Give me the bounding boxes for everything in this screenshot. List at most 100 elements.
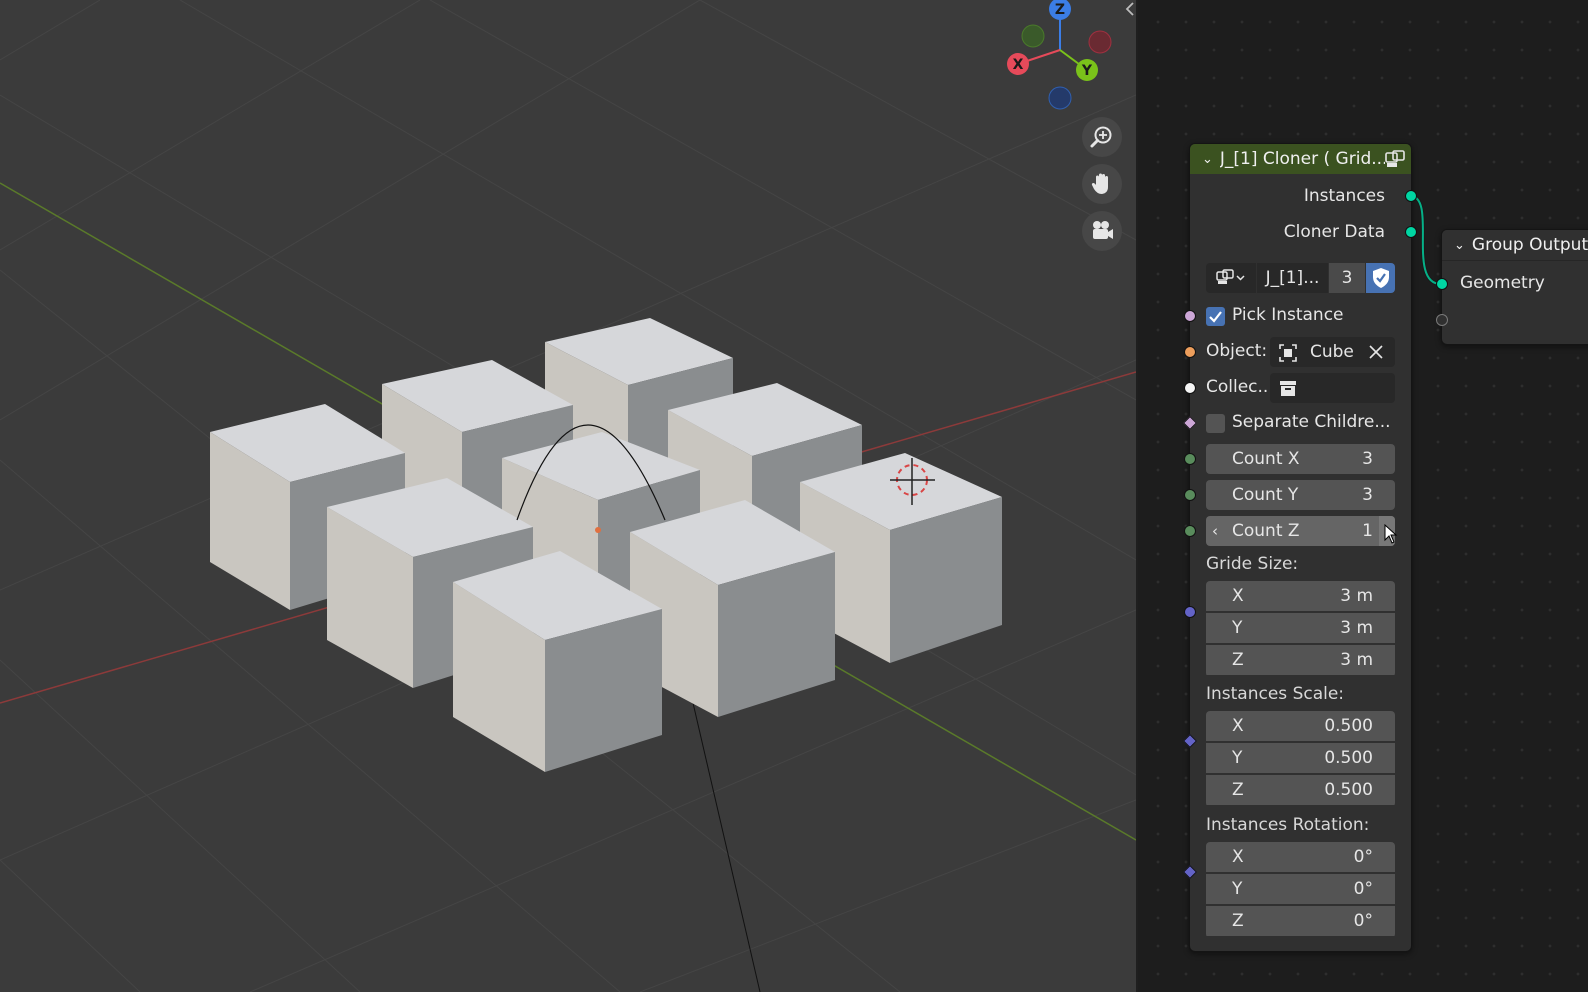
fake-user-button[interactable] (1366, 263, 1395, 293)
instances-scale-y-field[interactable]: Y 0.500 (1206, 743, 1395, 773)
socket-pick-instance[interactable] (1184, 310, 1196, 322)
cloner-node-header[interactable]: ⌄ J_[1] Cloner ( Grid... (1190, 144, 1411, 174)
mouse-cursor-icon (1384, 524, 1398, 544)
datablock-name: J_[1]... (1265, 268, 1320, 288)
count-z-field[interactable]: ‹ Count Z 1 (1206, 516, 1398, 546)
grid-size-x-label: X (1232, 586, 1244, 606)
instances-rotation-label: Instances Rotation: (1206, 815, 1370, 835)
sidebar-collapse-icon[interactable] (1124, 0, 1136, 18)
navigation-gizmo[interactable]: Z X Y (1007, 0, 1112, 110)
pick-instance-checkbox[interactable] (1206, 307, 1225, 326)
socket-count-x[interactable] (1184, 453, 1196, 465)
instances-scale-label: Instances Scale: (1206, 684, 1345, 704)
instances-rotation-x-value: 0° (1353, 847, 1373, 867)
instances-rotation-x-field[interactable]: X 0° (1206, 842, 1395, 872)
cloner-node[interactable]: ⌄ J_[1] Cloner ( Grid... Instances Clone… (1182, 143, 1417, 952)
object-icon (1279, 344, 1297, 362)
camera-icon (1093, 221, 1113, 239)
socket-instances-out[interactable] (1405, 190, 1417, 202)
3d-viewport[interactable]: Z X Y (0, 0, 1136, 992)
instances-rotation-x-label: X (1232, 847, 1244, 867)
instances-rotation-z-field[interactable]: Z 0° (1206, 906, 1395, 936)
datablock-name-field[interactable]: J_[1]... (1257, 263, 1328, 293)
group-output-node[interactable]: ⌄ Group Output Geometry (1436, 229, 1588, 345)
instances-scale-z-field[interactable]: Z 0.500 (1206, 775, 1395, 805)
separate-children-label: Separate Childre... (1232, 412, 1391, 432)
zoom-button[interactable] (1082, 117, 1122, 157)
instances-rotation-fields: X 0° Y 0° Z 0° (1206, 842, 1395, 938)
collection-box-icon (1280, 381, 1296, 396)
gizmo-x-label: X (1013, 57, 1024, 73)
socket-grid-size[interactable] (1184, 606, 1196, 618)
socket-count-y[interactable] (1184, 489, 1196, 501)
instances-rotation-y-value: 0° (1353, 879, 1373, 899)
socket-empty-in[interactable] (1436, 314, 1448, 326)
count-z-label: Count Z (1232, 521, 1300, 541)
cloner-node-title: J_[1] Cloner ( Grid... (1219, 149, 1385, 169)
count-x-label: Count X (1232, 449, 1300, 469)
datablock-users-count: 3 (1341, 268, 1353, 288)
hand-pan-icon (1091, 173, 1108, 194)
decrement-arrow-icon[interactable]: ‹ (1212, 522, 1218, 540)
count-x-field[interactable]: Count X 3 (1206, 444, 1395, 474)
socket-object[interactable] (1184, 346, 1196, 358)
instances-scale-x-value: 0.500 (1324, 716, 1373, 736)
group-output-geometry-label: Geometry (1460, 273, 1545, 293)
instances-scale-z-value: 0.500 (1324, 780, 1373, 800)
grid-size-z-field[interactable]: Z 3 m (1206, 645, 1395, 675)
count-z-value: 1 (1362, 521, 1373, 541)
instances-scale-x-field[interactable]: X 0.500 (1206, 711, 1395, 741)
output-instances: Instances (1190, 186, 1411, 206)
gizmo-y-label: Y (1081, 63, 1093, 79)
node-editor[interactable]: ⌄ J_[1] Cloner ( Grid... Instances Clone… (1138, 0, 1588, 992)
checkmark-icon (1209, 311, 1222, 323)
object-field[interactable]: Cube (1270, 337, 1395, 367)
datablock-users-button[interactable]: 3 (1329, 263, 1365, 293)
camera-view-button[interactable] (1082, 211, 1122, 251)
instances-scale-y-label: Y (1232, 748, 1243, 768)
cube-instances[interactable] (210, 318, 1002, 772)
collection-field[interactable] (1270, 373, 1395, 403)
grid-size-y-value: 3 m (1340, 618, 1373, 638)
socket-count-z[interactable] (1184, 525, 1196, 537)
grid-size-z-value: 3 m (1340, 650, 1373, 670)
socket-geometry-in[interactable] (1436, 278, 1448, 290)
node-group-datablock: J_[1]... 3 (1206, 263, 1395, 293)
datablock-browse-button[interactable] (1206, 263, 1256, 293)
collapse-chevron-icon[interactable]: ⌄ (1454, 238, 1465, 253)
scene-canvas[interactable]: Z X Y (0, 0, 1136, 992)
grid-size-x-value: 3 m (1340, 586, 1373, 606)
node-group-browse-icon (1216, 269, 1245, 284)
grid-size-y-label: Y (1232, 618, 1243, 638)
separate-children-checkbox[interactable] (1206, 414, 1225, 433)
gizmo-neg-z[interactable] (1048, 86, 1072, 110)
group-output-title: Group Output (1471, 235, 1588, 255)
grid-size-z-label: Z (1232, 650, 1244, 670)
grid-size-label: Gride Size: (1206, 554, 1299, 574)
count-x-value: 3 (1362, 449, 1373, 469)
gizmo-neg-x[interactable] (1088, 30, 1112, 54)
instances-scale-fields: X 0.500 Y 0.500 Z 0.500 (1206, 711, 1395, 807)
socket-cloner-data-out[interactable] (1405, 226, 1417, 238)
instances-rotation-y-field[interactable]: Y 0° (1206, 874, 1395, 904)
node-group-icon[interactable] (1384, 148, 1406, 170)
instances-rotation-y-label: Y (1232, 879, 1243, 899)
grid-size-x-field[interactable]: X 3 m (1206, 581, 1395, 611)
collapse-chevron-icon[interactable]: ⌄ (1202, 152, 1213, 167)
pan-button[interactable] (1082, 164, 1122, 204)
shield-check-icon (1372, 268, 1389, 288)
count-y-field[interactable]: Count Y 3 (1206, 480, 1395, 510)
object-origin (595, 527, 601, 533)
clear-x-icon[interactable] (1368, 344, 1384, 360)
group-output-header[interactable]: ⌄ Group Output (1442, 230, 1588, 261)
gizmo-neg-y[interactable] (1021, 24, 1045, 48)
output-cloner-data-label: Cloner Data (1283, 222, 1385, 242)
gizmo-z-label: Z (1055, 2, 1065, 18)
grid-size-y-field[interactable]: Y 3 m (1206, 613, 1395, 643)
instances-scale-y-value: 0.500 (1324, 748, 1373, 768)
pick-instance-label: Pick Instance (1232, 305, 1344, 325)
instances-scale-x-label: X (1232, 716, 1244, 736)
instances-rotation-z-label: Z (1232, 911, 1244, 931)
count-y-label: Count Y (1232, 485, 1299, 505)
socket-collection[interactable] (1184, 382, 1196, 394)
